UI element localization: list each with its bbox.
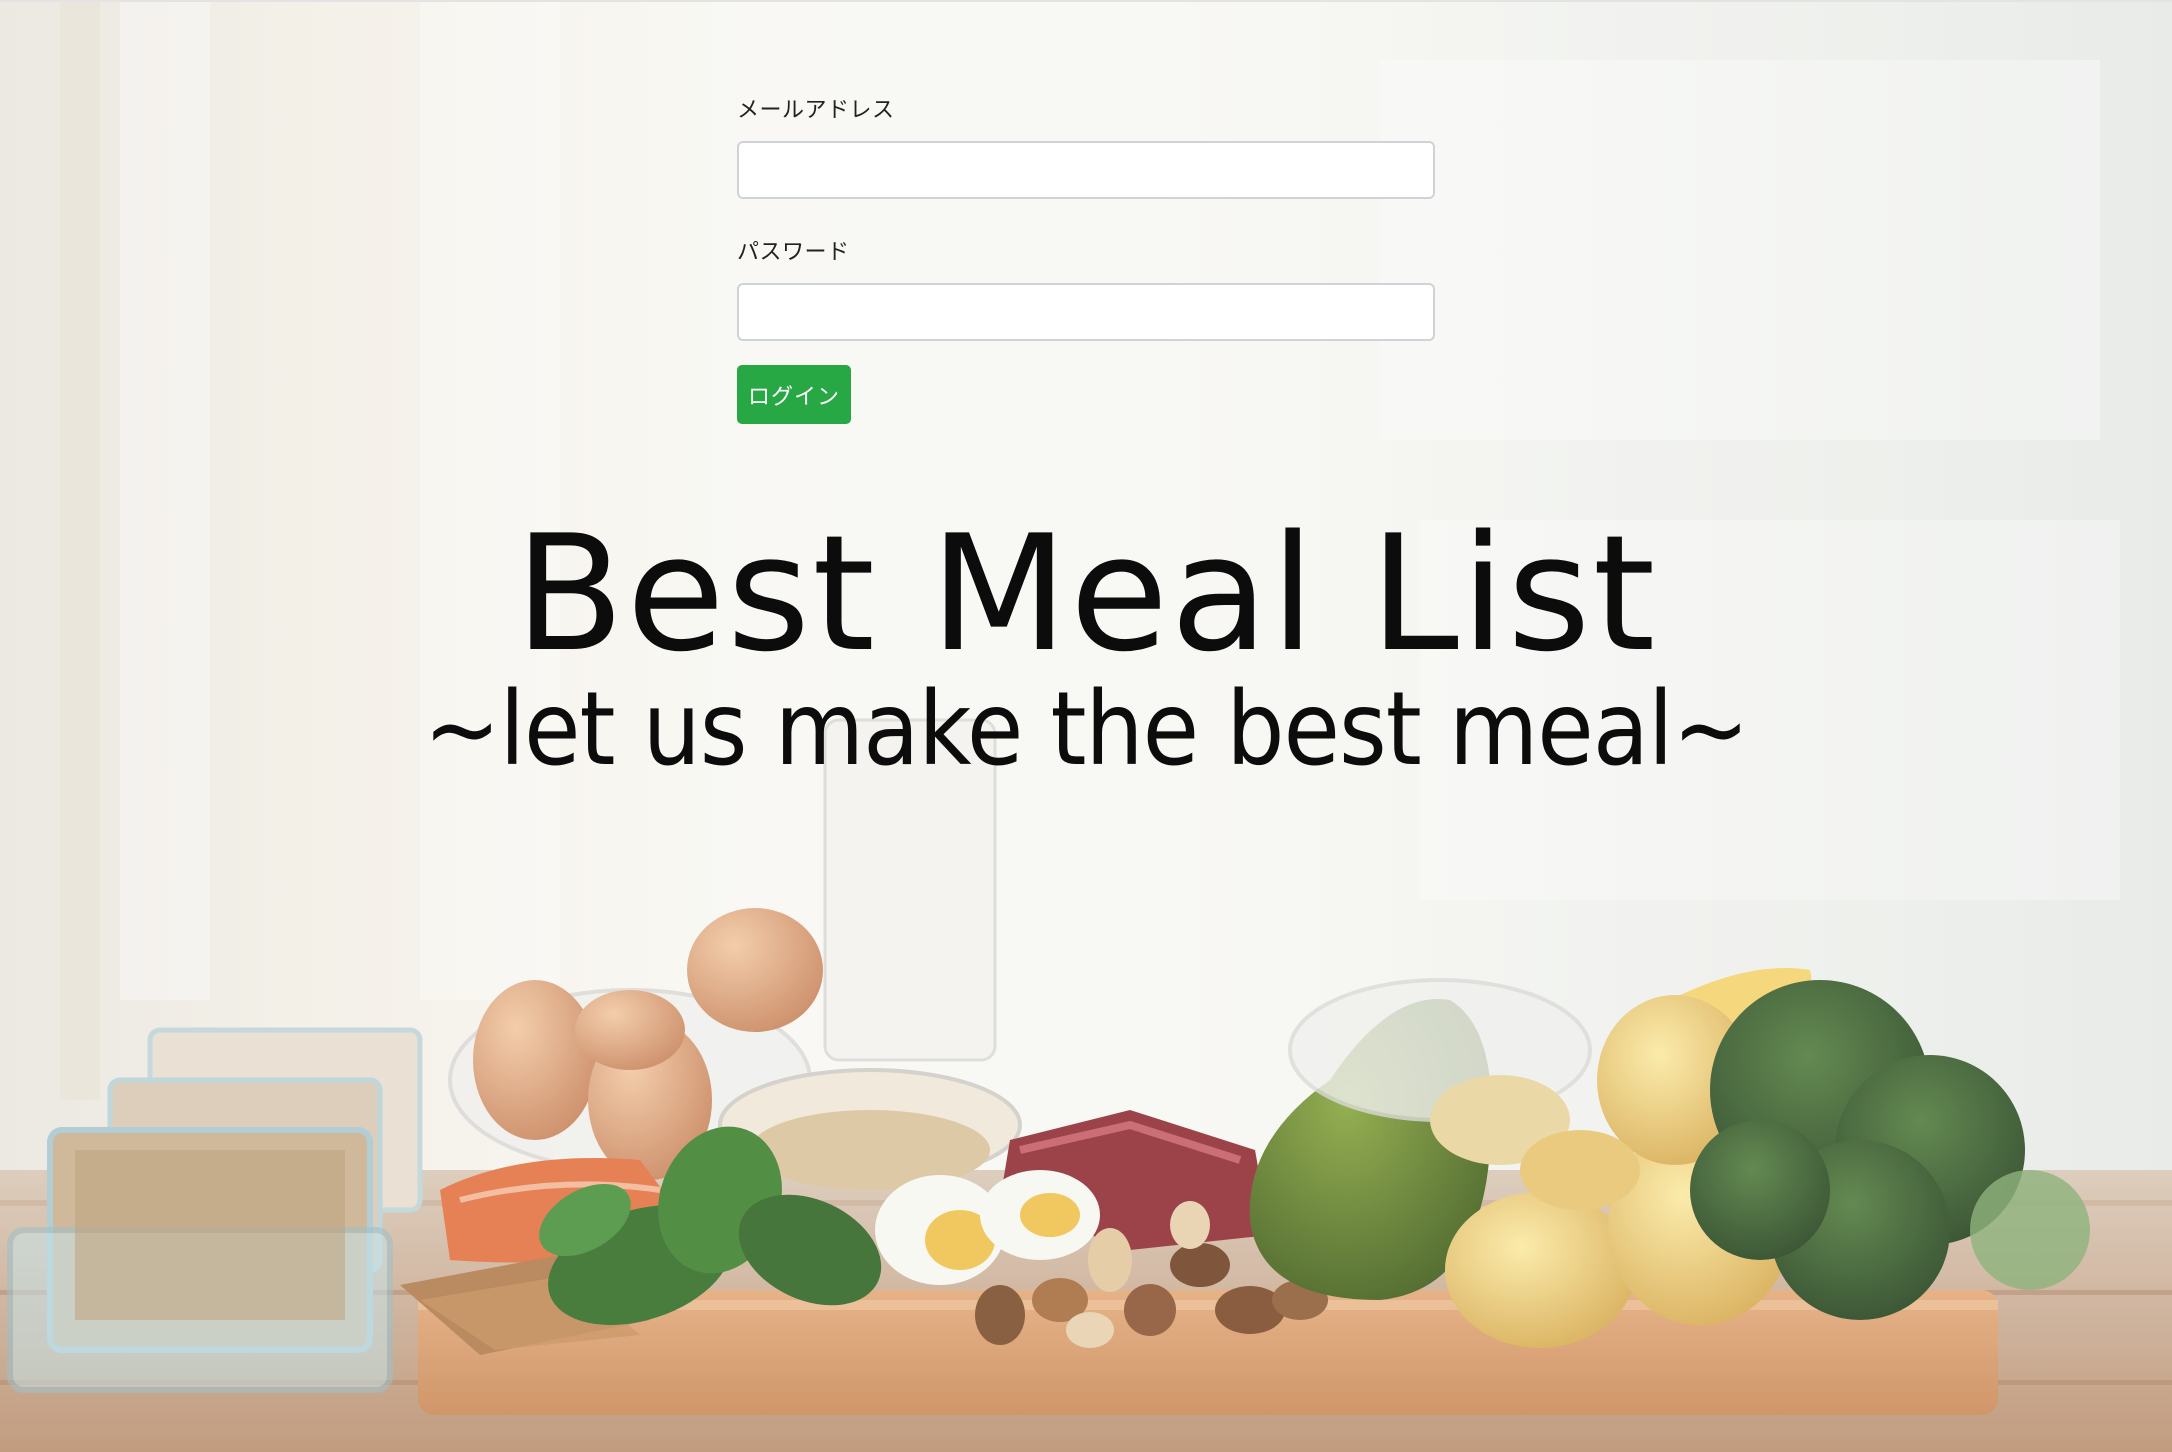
email-input[interactable] <box>737 141 1435 199</box>
password-label: パスワード <box>737 240 850 265</box>
top-border <box>0 0 2172 2</box>
password-input[interactable] <box>737 283 1435 341</box>
site-title: Best Meal List <box>514 500 1658 687</box>
login-button[interactable]: ログイン <box>737 365 851 424</box>
site-subtitle: ~let us make the best meal~ <box>423 670 1750 789</box>
email-label: メールアドレス <box>737 98 895 123</box>
